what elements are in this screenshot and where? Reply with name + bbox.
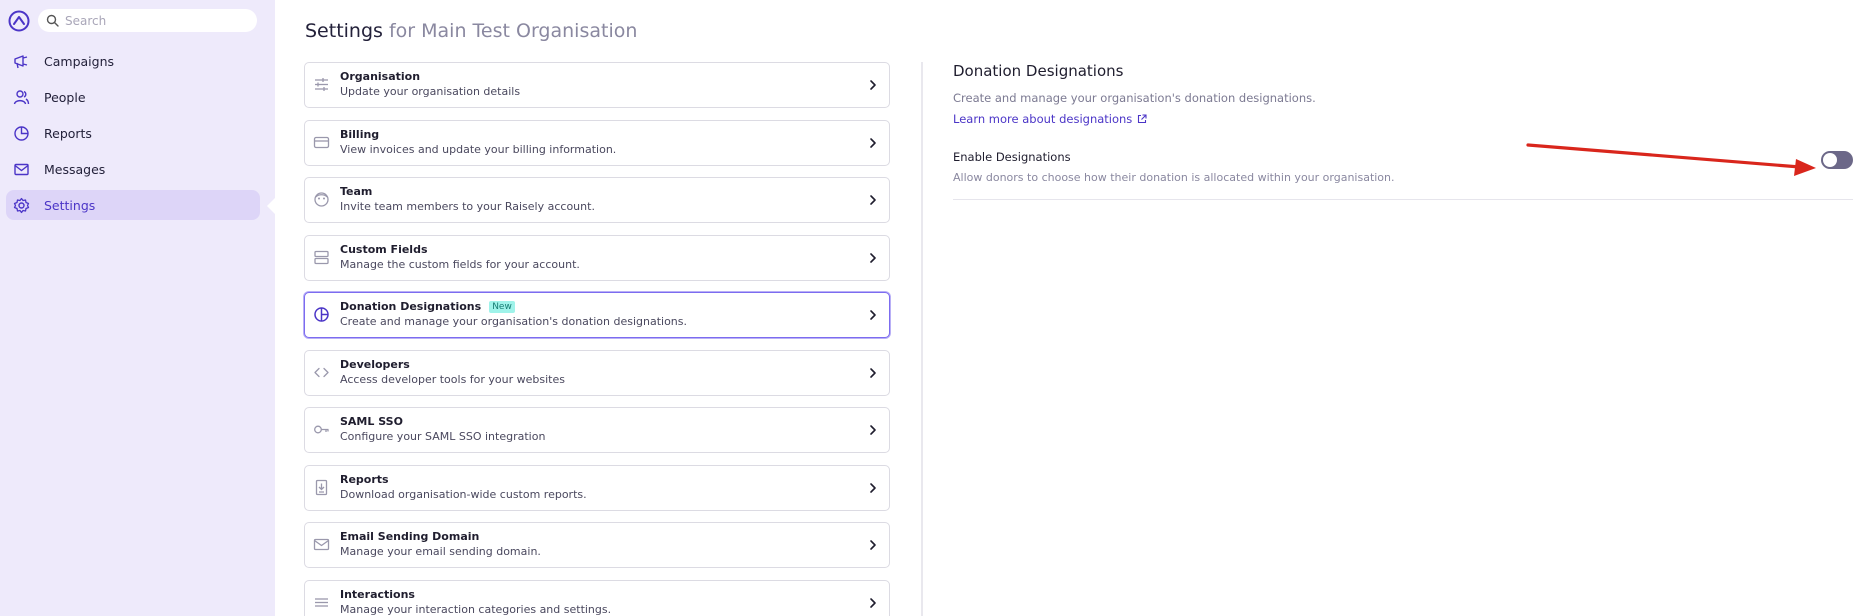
panel-description: Create and manage your organisation's do… xyxy=(953,91,1316,105)
mail-icon xyxy=(12,160,30,178)
card-description: Invite team members to your Raisely acco… xyxy=(340,200,595,213)
card-description: Manage your interaction categories and s… xyxy=(340,602,612,616)
fields-icon xyxy=(314,250,329,264)
card-title: Interactions xyxy=(340,587,415,601)
external-link-icon xyxy=(1138,114,1147,124)
sidebar-item-label: People xyxy=(44,89,86,105)
pie-chart-icon xyxy=(12,124,30,142)
sliders-icon xyxy=(315,78,328,91)
people-icon xyxy=(12,88,30,106)
app: Campaigns People Reports Messages xyxy=(0,0,1868,616)
credit-card-icon xyxy=(313,136,330,148)
chevron-right-icon xyxy=(870,482,876,493)
sidebar-item-label: Reports xyxy=(44,125,92,141)
team-icon xyxy=(314,192,329,207)
sidebar-item-reports[interactable]: Reports xyxy=(6,118,260,148)
chevron-right-icon xyxy=(870,367,876,378)
panel-title: Donation Designations xyxy=(953,62,1124,80)
envelope-icon xyxy=(313,538,330,551)
chevron-right-icon xyxy=(870,195,876,205)
card-title: Custom Fields xyxy=(340,242,428,256)
chevron-right-icon xyxy=(870,540,876,550)
gear-icon xyxy=(12,196,30,214)
sidebar-item-settings[interactable]: Settings xyxy=(6,190,260,220)
card-title-text: Donation Designations xyxy=(340,300,482,313)
sidebar-item-people[interactable]: People xyxy=(6,82,260,112)
chevron-right-icon xyxy=(870,597,876,608)
card-title: SAML SSO xyxy=(340,415,403,428)
annotation-arrow-icon xyxy=(1526,143,1816,176)
learn-more-link[interactable]: Learn more about designations xyxy=(953,112,1147,126)
chevron-right-icon xyxy=(870,310,876,320)
settings-card-reports[interactable]: Reports Download organisation-wide custo… xyxy=(304,464,890,511)
megaphone-icon xyxy=(12,52,30,70)
card-title: Team xyxy=(340,185,373,198)
card-title: Email Sending Domain xyxy=(340,530,480,543)
card-title: Organisation xyxy=(340,70,421,83)
settings-card-developers[interactable]: Developers Access developer tools for yo… xyxy=(304,349,890,396)
designations-icon xyxy=(314,307,329,322)
settings-card-saml-sso[interactable]: SAML SSO Configure your SAML SSO integra… xyxy=(304,407,890,453)
card-description: Download organisation-wide custom report… xyxy=(340,487,587,501)
card-description: Update your organisation details xyxy=(340,85,521,98)
page-title-main: Settings xyxy=(305,20,383,42)
search-input[interactable] xyxy=(65,13,245,28)
page-title-org: for Main Test Organisation xyxy=(388,20,638,42)
chevron-right-icon xyxy=(870,252,876,263)
card-description: Create and manage your organisation's do… xyxy=(340,315,688,328)
card-title: Reports xyxy=(340,472,389,486)
sidebar: Campaigns People Reports Messages xyxy=(0,0,275,616)
settings-card-organisation[interactable]: Organisation Update your organisation de… xyxy=(304,62,890,108)
settings-list: Organisation Update your organisation de… xyxy=(304,62,890,616)
sidebar-item-campaigns[interactable]: Campaigns xyxy=(6,46,260,76)
raisely-logo-icon[interactable] xyxy=(8,10,30,32)
vertical-divider xyxy=(921,62,923,616)
sidebar-item-label: Messages xyxy=(44,161,106,177)
card-description: Manage your email sending domain. xyxy=(340,545,541,558)
sidebar-item-messages[interactable]: Messages xyxy=(6,154,260,184)
settings-card-team[interactable]: Team Invite team members to your Raisely… xyxy=(304,177,890,223)
sidebar-item-label: Settings xyxy=(44,197,96,213)
card-description: Configure your SAML SSO integration xyxy=(340,430,546,443)
card-title: Donation Designations New xyxy=(340,300,515,313)
page-title: Settings for Main Test Organisation xyxy=(305,20,637,42)
card-title: Billing xyxy=(340,127,380,141)
toggle-knob xyxy=(1823,153,1837,167)
new-badge: New xyxy=(489,301,515,313)
search-icon xyxy=(46,14,59,27)
designations-panel: Donation Designations Create and manage … xyxy=(953,62,1853,200)
card-description: Manage the custom fields for your accoun… xyxy=(340,257,580,271)
card-description: Access developer tools for your websites xyxy=(340,372,565,386)
settings-card-billing[interactable]: Billing View invoices and update your bi… xyxy=(304,119,890,166)
chevron-right-icon xyxy=(870,137,876,148)
settings-card-donation-designations[interactable]: Donation Designations New Create and mana… xyxy=(304,292,890,338)
code-icon xyxy=(314,367,329,377)
search-box[interactable] xyxy=(38,9,257,32)
settings-card-custom-fields[interactable]: Custom Fields Manage the custom fields f… xyxy=(304,234,890,281)
list-icon xyxy=(315,597,328,607)
card-title: Developers xyxy=(340,357,410,371)
chevron-right-icon xyxy=(870,80,876,90)
settings-card-interactions[interactable]: Interactions Manage your interaction cat… xyxy=(304,579,890,616)
enable-designations-toggle[interactable] xyxy=(1821,151,1853,169)
learn-more-link-text: Learn more about designations xyxy=(953,112,1133,126)
sidebar-item-label: Campaigns xyxy=(44,53,115,69)
card-description: View invoices and update your billing in… xyxy=(340,142,617,156)
sidebar-nav: Campaigns People Reports Messages Settin… xyxy=(6,46,260,226)
active-indicator xyxy=(267,198,275,214)
key-icon xyxy=(314,425,329,434)
download-report-icon xyxy=(315,479,328,495)
settings-card-email-sending-domain[interactable]: Email Sending Domain Manage your email s… xyxy=(304,522,890,568)
chevron-right-icon xyxy=(870,425,876,435)
